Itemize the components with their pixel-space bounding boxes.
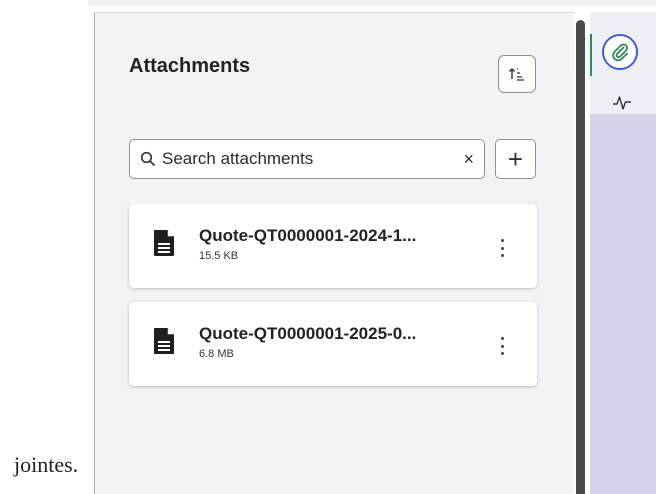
plus-icon: + [507,143,524,174]
attachments-panel: Attachments × + Quote-QT0000001-2024-1..… [94,12,574,494]
paperclip-icon [612,43,628,62]
active-tab-indicator [590,34,592,76]
close-icon[interactable]: × [463,150,474,168]
sort-button[interactable] [498,55,536,93]
activity-icon [613,96,631,110]
sort-icon [509,68,524,81]
document-icon [154,230,174,256]
search-field[interactable]: × [129,139,485,179]
tab-attachments[interactable] [602,34,638,70]
top-strip [88,0,656,6]
panel-scrollbar[interactable] [576,20,585,494]
right-rail [590,12,656,494]
tab-activity[interactable] [612,94,632,112]
search-input[interactable] [162,149,458,169]
document-icon [154,328,174,354]
attachment-card[interactable]: Quote-QT0000001-2024-1... 15.5 KB [129,204,537,288]
panel-title: Attachments [129,55,251,77]
search-icon [140,151,156,167]
more-options-icon[interactable] [497,239,507,257]
attachment-name[interactable]: Quote-QT0000001-2025-0... [199,324,416,344]
add-attachment-button[interactable]: + [495,139,536,179]
footnote-text: jointes. [14,452,79,477]
attachment-name[interactable]: Quote-QT0000001-2024-1... [199,226,416,246]
attachment-card[interactable]: Quote-QT0000001-2025-0... 6.8 MB [129,302,537,386]
attachment-size: 15.5 KB [199,250,239,262]
more-options-icon[interactable] [497,337,507,355]
attachment-size: 6.8 MB [199,348,234,360]
